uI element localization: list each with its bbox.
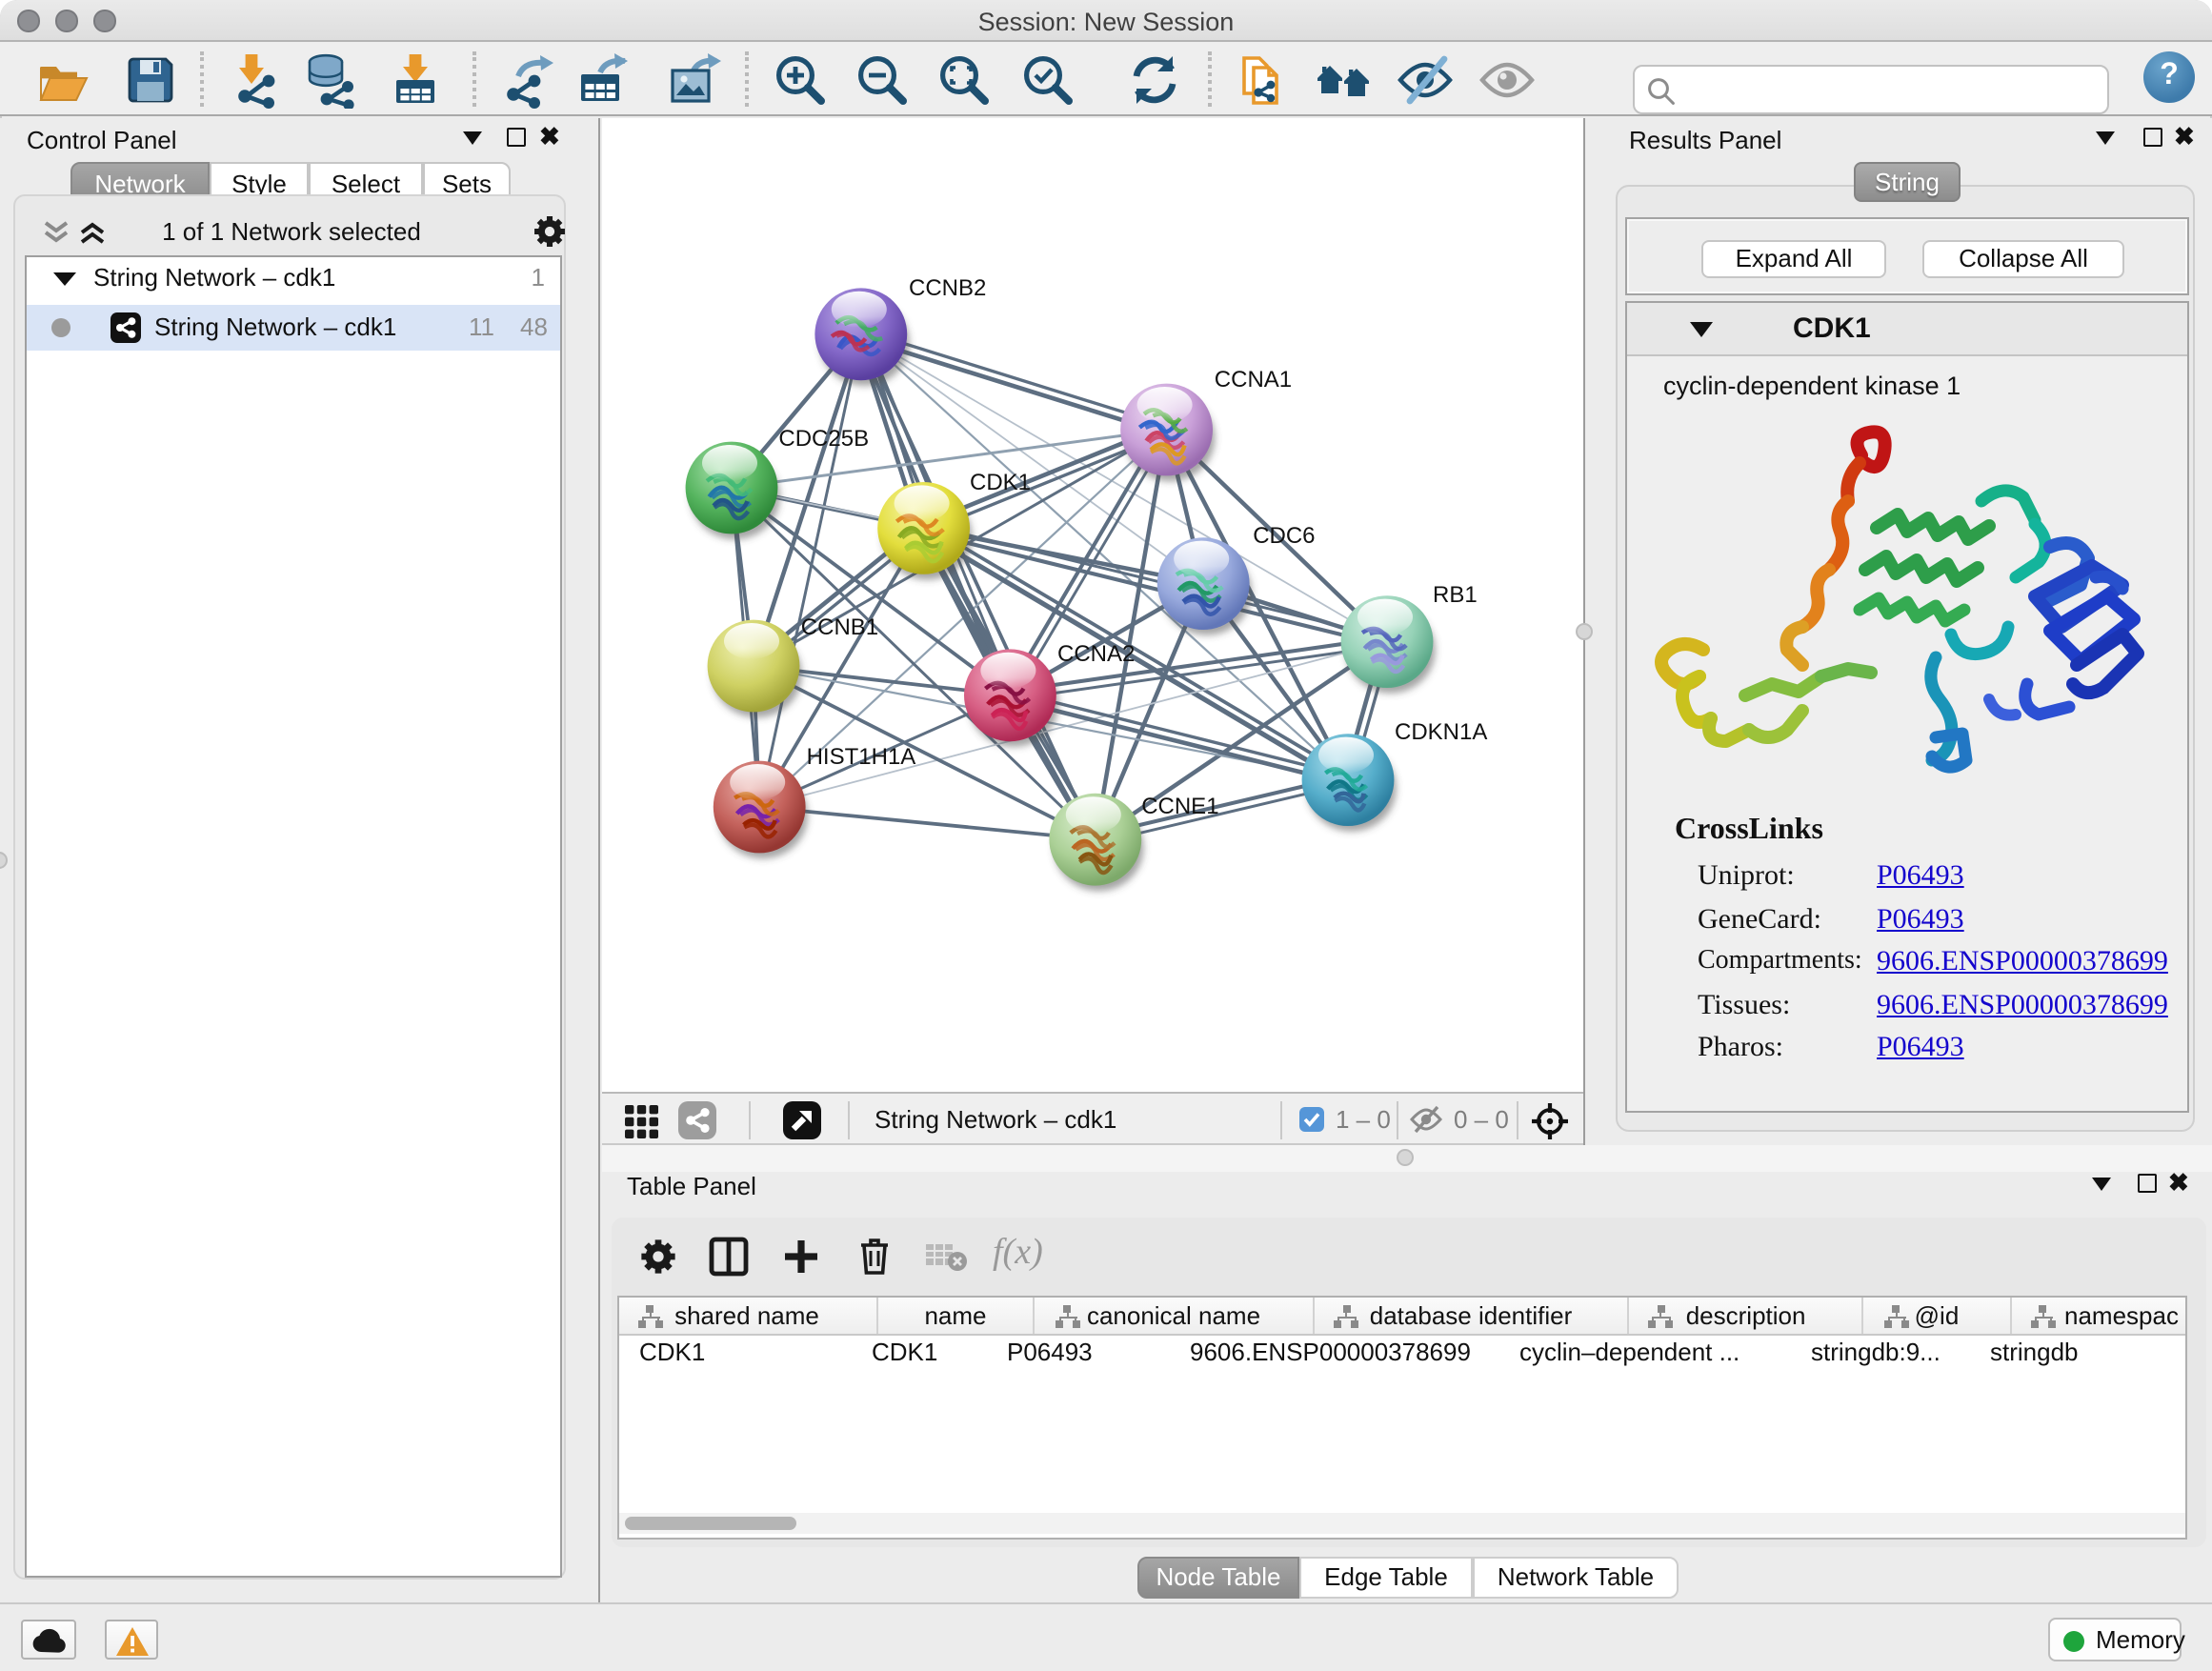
svg-text:CCNB1: CCNB1 [801,614,878,640]
svg-text:CDK1: CDK1 [970,470,1031,495]
svg-text:CCNB2: CCNB2 [909,275,986,301]
svg-text:HIST1H1A: HIST1H1A [807,744,916,770]
svg-text:CCNA1: CCNA1 [1215,367,1292,393]
svg-text:RB1: RB1 [1433,582,1478,608]
svg-text:CDKN1A: CDKN1A [1395,719,1487,745]
svg-text:CCNE1: CCNE1 [1141,794,1218,819]
svg-text:CDC25B: CDC25B [778,426,869,452]
svg-text:CDC6: CDC6 [1253,523,1315,549]
svg-text:CCNA2: CCNA2 [1057,641,1135,667]
